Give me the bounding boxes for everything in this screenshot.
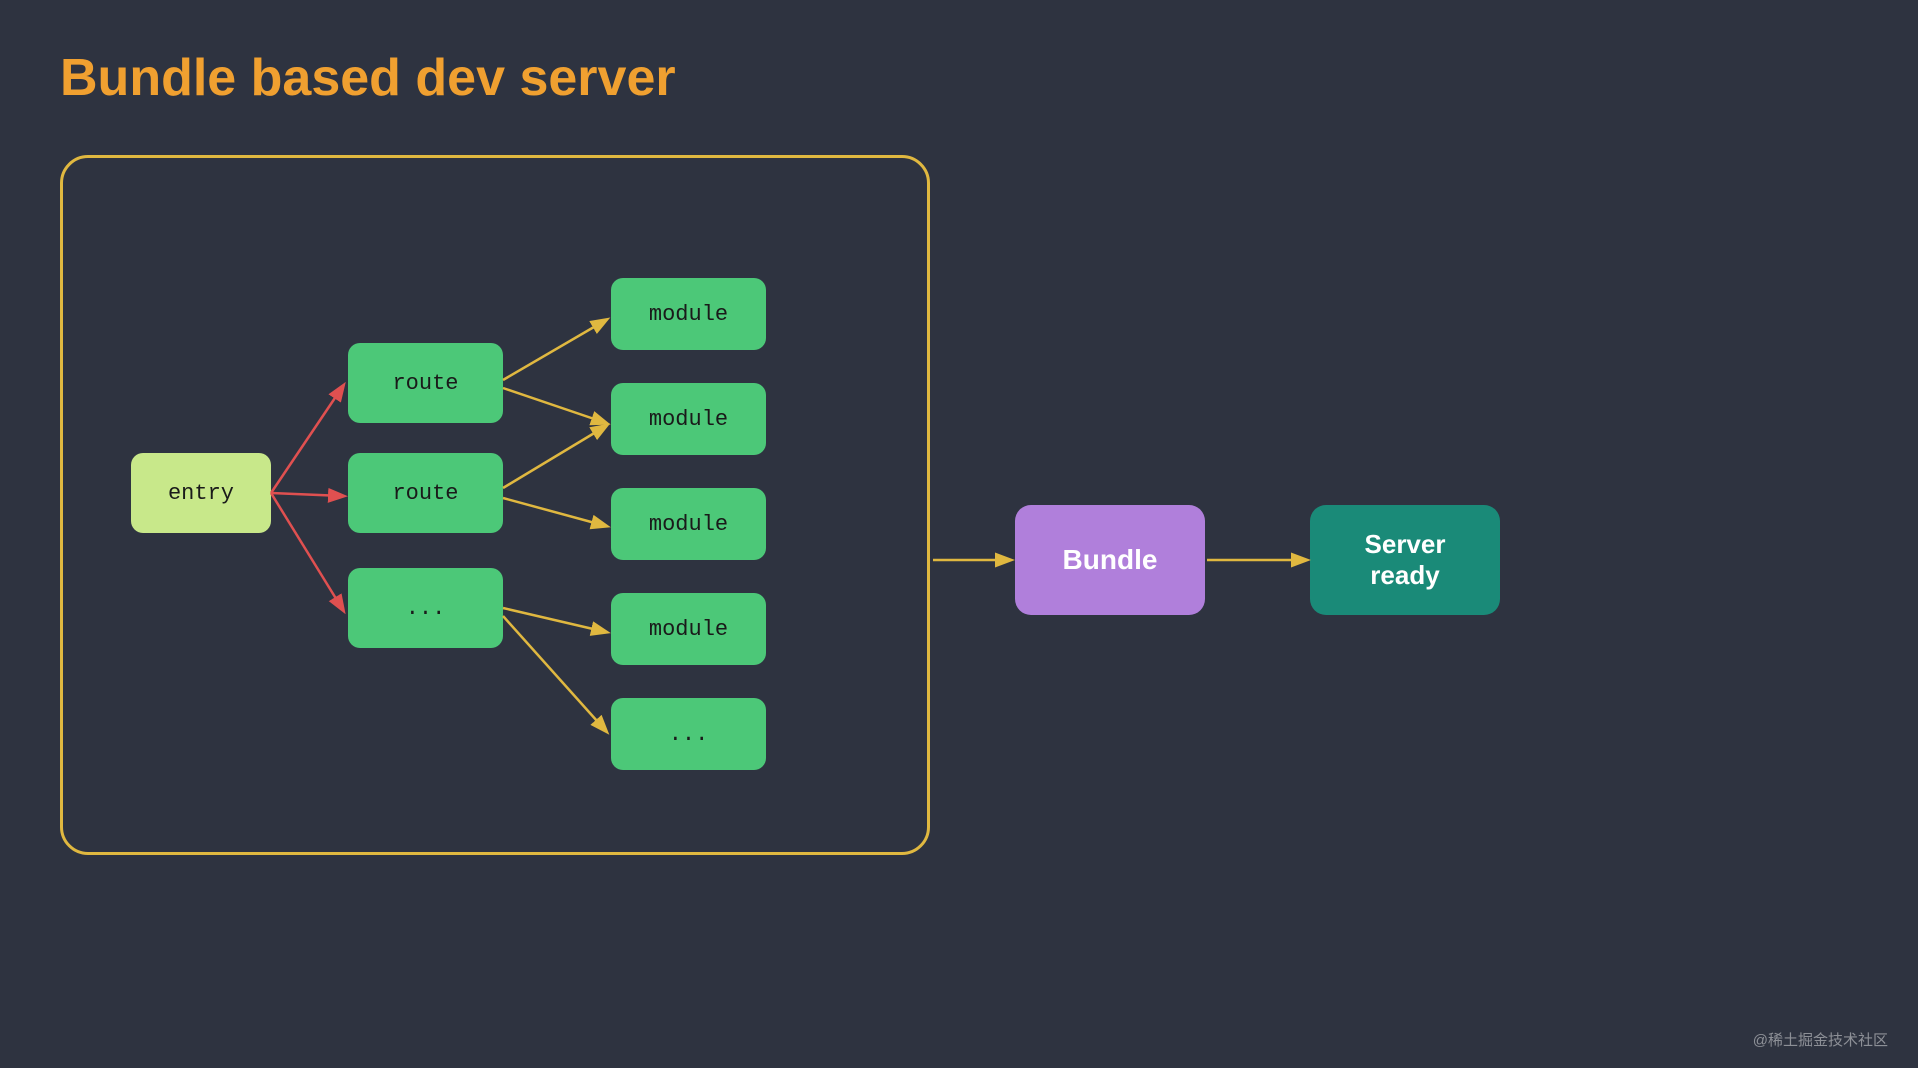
module3-node: module — [611, 488, 766, 560]
route2-node: route — [348, 453, 503, 533]
entry-node: entry — [131, 453, 271, 533]
module2-node: module — [611, 383, 766, 455]
routes-dots-node: ... — [348, 568, 503, 648]
watermark: @稀土掘金技术社区 — [1753, 1029, 1888, 1050]
module4-node: module — [611, 593, 766, 665]
page-title: Bundle based dev server — [60, 48, 676, 108]
module1-node: module — [611, 278, 766, 350]
bundle-node: Bundle — [1015, 505, 1205, 615]
server-ready-node: Server ready — [1310, 505, 1500, 615]
route1-node: route — [348, 343, 503, 423]
modules-dots-node: ... — [611, 698, 766, 770]
bundle-diagram-box: entry route route ... module module modu… — [60, 155, 930, 855]
